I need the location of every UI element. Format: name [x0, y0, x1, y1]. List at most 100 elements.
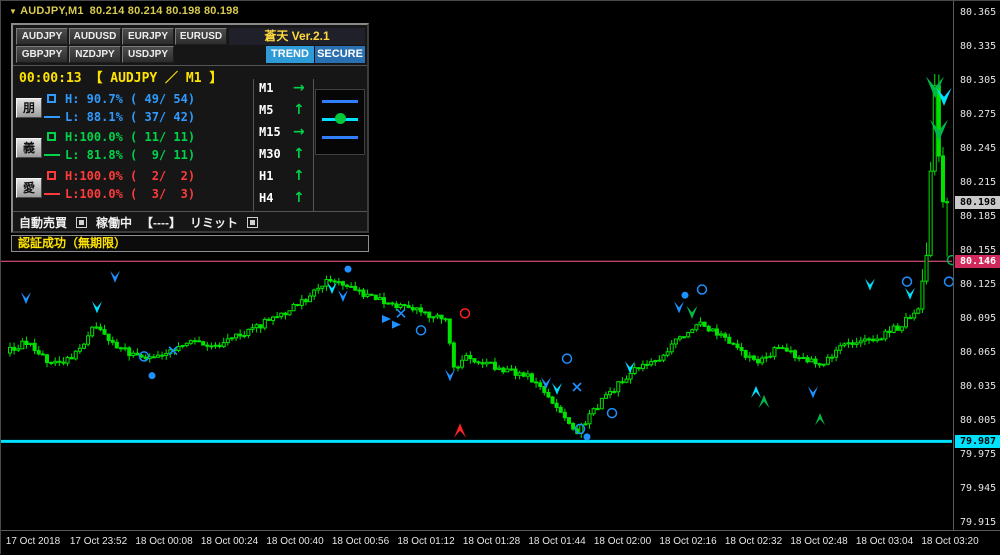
signal-circle-icon [459, 308, 471, 319]
price-axis-label: 80.065 [960, 347, 997, 358]
chart-symbol-label: AUDJPY,M1 [20, 5, 84, 17]
signal-arrow-down-icon [674, 301, 684, 314]
tab-trend[interactable]: TREND [266, 46, 314, 63]
souten-indicator-panel: 蒼天 Ver.2.1 TREND SECURE 00:00:13 【 AUDJP… [11, 23, 369, 233]
time-axis-label: 18 Oct 03:20 [921, 536, 979, 547]
signal-circle-icon [901, 276, 913, 287]
timeframe-label: M5 [259, 103, 274, 117]
timeframe-row-m30: M30 ↑ [259, 145, 311, 165]
signal-arrow-down-icon [808, 386, 818, 399]
pair-button-usdjpy[interactable]: USDJPY [122, 46, 174, 63]
limit-checkbox[interactable] [247, 217, 259, 228]
signal-dot-icon [344, 265, 352, 273]
auto-trade-checkbox[interactable] [76, 217, 88, 228]
time-axis: 17 Oct 2018 17 Oct 23:52 18 Oct 00:08 18 Oc… [1, 530, 1000, 555]
signal-flag-icon [382, 315, 391, 323]
pair-button-eurjpy[interactable]: EURJPY [122, 28, 174, 45]
signal-dot-icon [681, 291, 689, 299]
level-price-tag: 79.987 [955, 434, 1000, 448]
panel-divider [13, 65, 367, 66]
price-axis-label: 80.185 [960, 211, 997, 222]
pair-button-eurusd[interactable]: EURUSD [175, 28, 227, 45]
price-axis-label: 79.975 [960, 449, 997, 460]
signal-arrow-down-icon [686, 305, 698, 319]
panel-divider [13, 211, 367, 212]
stat-line-icon [44, 116, 60, 118]
signal-arrow-up-icon [815, 413, 825, 426]
time-axis-label: 18 Oct 01:28 [462, 536, 521, 547]
pair-button-gbpjpy[interactable]: GBPJPY [16, 46, 68, 63]
stat-text: H:100.0% ( 2/ 2) [65, 169, 196, 183]
signal-arrow-up-icon [758, 394, 770, 409]
timeframe-label: M1 [259, 81, 274, 95]
signal-arrow-up-icon [751, 385, 761, 398]
price-axis-label: 80.005 [960, 415, 997, 426]
time-axis-label: 18 Oct 02:32 [724, 536, 783, 547]
signal-flag-icon [392, 320, 401, 329]
auth-status: 認証成功（無期限） [11, 235, 369, 252]
signal-circle-icon [606, 407, 618, 419]
gauge-bar [322, 136, 358, 139]
trend-arrow-icon: ↑ [293, 190, 305, 206]
panel-footer: 自動売買 稼働中 【----】 リミット [19, 214, 365, 231]
symbol-menu-icon[interactable]: ▼ [9, 7, 17, 16]
stat-square-icon [47, 94, 56, 103]
price-axis-label: 80.125 [960, 279, 997, 290]
trend-arrow-icon: ↑ [293, 168, 305, 184]
timeframe-label: M30 [259, 147, 281, 161]
indicator-brand-label: 蒼天 Ver.2.1 [229, 28, 365, 45]
time-axis-label: 18 Oct 00:08 [135, 536, 193, 547]
signal-circle-icon [696, 284, 708, 295]
limit-label: リミット [190, 216, 239, 230]
price-axis-label: 80.215 [960, 177, 997, 188]
panel-divider [313, 79, 314, 211]
tab-secure[interactable]: SECURE [315, 46, 365, 63]
timeframe-label: M15 [259, 125, 281, 139]
signal-x-icon [572, 382, 582, 392]
signal-arrow-up-icon [454, 423, 466, 438]
price-axis-label: 80.335 [960, 41, 997, 52]
timeframe-row-m1: M1 → [259, 79, 311, 99]
signal-x-icon [396, 308, 406, 318]
auto-trade-label: 自動売買 [19, 216, 68, 230]
signal-arrow-down-icon [445, 369, 455, 382]
bid-price-tag: 80.198 [955, 195, 1000, 209]
signal-arrow-down-icon [338, 290, 348, 302]
signal-arrow-down-icon [21, 292, 31, 305]
signal-arrow-down-icon [110, 270, 120, 283]
stat-square-icon [47, 132, 56, 141]
price-axis: 80.365 80.335 80.305 80.275 80.245 80.215 80.1… [953, 1, 1000, 530]
time-axis-label: 17 Oct 23:52 [69, 536, 128, 547]
chart-ohlc-quotes: 80.214 80.214 80.198 80.198 [89, 5, 239, 17]
stat-text: L: 88.1% ( 37/ 42) [65, 110, 196, 124]
stat-text: H: 90.7% ( 49/ 54) [65, 92, 196, 106]
stat-line-icon [44, 193, 60, 195]
timeframe-row-m5: M5 ↑ [259, 101, 311, 121]
price-axis-label: 79.915 [960, 517, 997, 528]
timeframe-row-m15: M15 → [259, 123, 311, 143]
pair-button-nzdjpy[interactable]: NZDJPY [69, 46, 121, 63]
price-axis-label: 80.275 [960, 109, 997, 120]
gauge-dot-icon [335, 113, 346, 124]
pair-button-audusd[interactable]: AUDUSD [69, 28, 121, 45]
time-axis-label: 18 Oct 02:16 [659, 536, 717, 547]
timeframe-label: H4 [259, 191, 274, 205]
signal-arrow-down-icon [865, 278, 875, 291]
level-price-tag: 80.146 [955, 254, 1000, 268]
chart-title: ▼ AUDJPY,M1 80.214 80.214 80.198 80.198 [9, 5, 239, 17]
panel-divider [253, 79, 254, 211]
running-value: 【----】 [141, 216, 182, 230]
price-axis-label: 80.305 [960, 75, 997, 86]
stat-row: H:100.0% ( 11/ 11) [13, 129, 253, 145]
trend-arrow-icon: → [293, 80, 305, 96]
stat-row: H: 90.7% ( 49/ 54) [13, 91, 253, 107]
timeframe-row-h4: H4 ↑ [259, 189, 311, 209]
stat-row: L: 88.1% ( 37/ 42) [13, 109, 253, 125]
time-axis-label: 18 Oct 00:56 [331, 536, 390, 547]
signal-dot-icon [583, 433, 591, 441]
signal-arrow-down-icon [92, 301, 102, 314]
pair-button-audjpy[interactable]: AUDJPY [16, 28, 68, 45]
timeframe-row-h1: H1 ↑ [259, 167, 311, 187]
price-axis-label: 79.945 [960, 483, 997, 494]
secure-gauge [315, 89, 365, 155]
